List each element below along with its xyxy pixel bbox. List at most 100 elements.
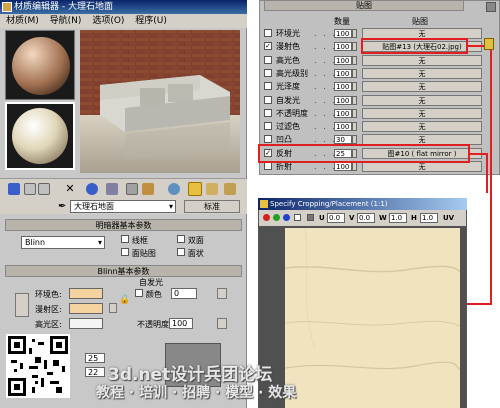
green-channel-icon[interactable] — [273, 214, 280, 221]
amount-spinner[interactable] — [352, 96, 357, 105]
put-to-scene-icon[interactable] — [24, 183, 36, 195]
map-amount-field[interactable]: 100 — [334, 96, 352, 105]
map-channel-label: 环境光 — [276, 29, 300, 38]
u-value-field[interactable]: 0.0 — [327, 213, 345, 223]
callout-line-v2 — [486, 153, 488, 193]
map-enable-checkbox[interactable] — [264, 162, 272, 170]
self-illum-map-button[interactable] — [217, 288, 227, 299]
sample-slot-2-active[interactable] — [5, 102, 75, 170]
face-map-checkbox[interactable] — [121, 248, 129, 256]
map-amount-field[interactable]: 100 — [334, 82, 352, 91]
alpha-channel-icon[interactable] — [294, 214, 301, 221]
faceted-checkbox[interactable] — [177, 248, 185, 256]
self-illum-color-option[interactable]: 颜色 — [135, 289, 162, 300]
map-amount-field[interactable]: 100 — [334, 56, 352, 65]
specular-level-value[interactable]: 25 — [85, 353, 105, 363]
go-forward-sibling-icon[interactable] — [224, 183, 236, 195]
face-map-option[interactable]: 面贴图 — [121, 248, 156, 259]
lock-ambient-diffuse-button[interactable] — [15, 293, 29, 317]
cropping-window-titlebar: Specify Cropping/Placement (1:1) — [258, 198, 467, 210]
map-enable-checkbox[interactable] — [264, 109, 272, 117]
amount-spinner[interactable] — [352, 109, 357, 118]
map-enable-checkbox[interactable] — [264, 122, 272, 130]
opacity-value[interactable]: 100 — [169, 318, 193, 329]
v-value-field[interactable]: 0.0 — [357, 213, 375, 223]
amount-spinner[interactable] — [352, 122, 357, 131]
map-amount-field[interactable]: 100 — [334, 29, 352, 38]
material-toolbar: ✕ — [0, 178, 247, 198]
blinn-basic-params-rollout[interactable]: Blinn基本参数 — [5, 265, 242, 277]
diffuse-color-swatch[interactable] — [69, 303, 103, 314]
map-enable-checkbox[interactable] — [264, 29, 272, 37]
map-slot-button[interactable]: 无 — [362, 108, 482, 119]
map-enable-checkbox[interactable] — [264, 69, 272, 77]
map-amount-field[interactable]: 100 — [334, 42, 352, 51]
unique-icon[interactable] — [106, 183, 118, 195]
menu-material[interactable]: 材质(M) — [6, 16, 39, 26]
lock-icon[interactable] — [484, 38, 494, 50]
map-enable-checkbox[interactable] — [264, 135, 272, 143]
map-enable-checkbox[interactable] — [264, 96, 272, 104]
h-value-field[interactable]: 1.0 — [420, 213, 438, 223]
marble-texture-image[interactable] — [285, 228, 460, 408]
material-name-field[interactable]: 大理石地面 ▾ — [70, 200, 176, 213]
two-sided-option[interactable]: 双面 — [177, 235, 204, 246]
maps-rollout-header[interactable]: 贴图 — [264, 0, 464, 11]
delete-icon[interactable]: ✕ — [64, 183, 76, 195]
amount-spinner[interactable] — [352, 56, 357, 65]
assign-material-icon[interactable] — [38, 183, 50, 195]
get-material-icon[interactable] — [8, 183, 20, 195]
blue-channel-icon[interactable] — [283, 214, 290, 221]
amount-spinner[interactable] — [352, 29, 357, 38]
map-slot-button[interactable]: 无 — [362, 121, 482, 132]
copy-material-icon[interactable] — [86, 183, 98, 195]
opacity-map-button[interactable] — [217, 318, 227, 329]
mono-channel-icon[interactable] — [307, 214, 314, 221]
material-id-icon[interactable] — [142, 183, 154, 195]
faceted-option[interactable]: 面状 — [177, 248, 204, 259]
amount-spinner[interactable] — [352, 162, 357, 171]
menu-options[interactable]: 选项(O) — [92, 16, 124, 26]
self-illum-color-checkbox[interactable] — [135, 289, 143, 297]
map-amount-field[interactable]: 30 — [334, 135, 352, 144]
amount-spinner[interactable] — [352, 135, 357, 144]
eyedropper-icon[interactable]: ✒ — [58, 201, 66, 212]
red-channel-icon[interactable] — [263, 214, 270, 221]
map-enable-checkbox[interactable] — [264, 56, 272, 64]
show-map-icon[interactable] — [168, 183, 180, 195]
sample-slot-1[interactable] — [5, 30, 75, 100]
shader-type-select[interactable]: Blinn ▾ — [21, 236, 105, 249]
map-amount-field[interactable]: 100 — [334, 69, 352, 78]
ambient-color-swatch[interactable] — [69, 288, 103, 299]
map-slot-button[interactable]: 无 — [362, 55, 482, 66]
material-type-button[interactable]: 标准 — [184, 200, 240, 213]
amount-spinner[interactable] — [352, 69, 357, 78]
w-value-field[interactable]: 1.0 — [389, 213, 407, 223]
map-amount-field[interactable]: 100 — [334, 122, 352, 131]
map-slot-button[interactable]: 无 — [362, 95, 482, 106]
put-to-library-icon[interactable] — [126, 183, 138, 195]
amount-spinner[interactable] — [352, 42, 357, 51]
two-sided-checkbox[interactable] — [177, 235, 185, 243]
map-slot-button[interactable]: 无 — [362, 81, 482, 92]
map-channel-label: 自发光 — [276, 96, 300, 105]
shader-basic-params-rollout[interactable]: 明暗器基本参数 — [5, 219, 242, 231]
diffuse-map-button[interactable] — [109, 303, 117, 313]
specular-color-swatch[interactable] — [69, 318, 103, 329]
show-end-result-icon[interactable] — [188, 182, 202, 196]
map-amount-field[interactable]: 100 — [334, 109, 352, 118]
self-illum-value[interactable]: 0 — [171, 288, 197, 299]
menu-utilities[interactable]: 程序(U) — [135, 16, 167, 26]
amount-spinner[interactable] — [352, 82, 357, 91]
glossiness-value[interactable]: 22 — [85, 367, 105, 377]
menu-navigation[interactable]: 导航(N) — [50, 16, 82, 26]
wire-option[interactable]: 线框 — [121, 235, 148, 246]
map-slot-button[interactable]: 无 — [362, 68, 482, 79]
map-enable-checkbox[interactable]: ✓ — [264, 42, 272, 50]
map-enable-checkbox[interactable] — [264, 82, 272, 90]
map-amount-field[interactable]: 100 — [334, 162, 352, 171]
lock-icon[interactable]: 🔒 — [119, 295, 130, 305]
wire-checkbox[interactable] — [121, 235, 129, 243]
go-to-parent-icon[interactable] — [206, 183, 218, 195]
scrollbar-thumb[interactable] — [486, 2, 496, 12]
